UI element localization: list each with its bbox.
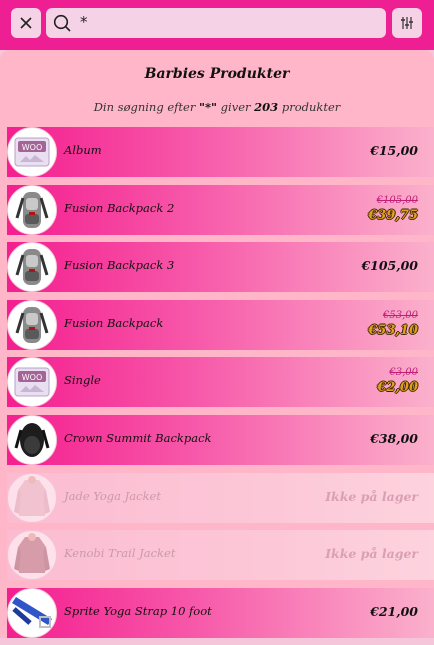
product-image [7, 587, 57, 638]
result-summary: Din søgning efter "*" giver 203 produkte… [0, 100, 434, 114]
product-price: €21,00 [370, 603, 418, 619]
close-button[interactable] [11, 8, 41, 38]
top-bar: * [0, 0, 434, 50]
product-row[interactable]: WOO Single €3,00 €2,00 [7, 357, 434, 408]
black-backpack-icon [14, 422, 50, 457]
backpack-icon [15, 306, 49, 343]
jacket-icon [14, 475, 50, 516]
jacket-icon [14, 533, 50, 574]
search-input[interactable]: * [46, 8, 386, 38]
product-list: WOO Album €15,00 Fusion Backpack 2 €105,… [0, 127, 434, 645]
product-image [7, 530, 57, 581]
yoga-strap-icon [12, 596, 52, 628]
product-name: Crown Summit Backpack [64, 430, 212, 445]
product-name: Sprite Yoga Strap 10 foot [64, 603, 212, 618]
svg-text:WOO: WOO [22, 373, 43, 382]
product-old-price: €3,00 [389, 367, 418, 379]
stock-status: Ikke på lager [325, 488, 418, 504]
product-price: €15,00 [370, 143, 418, 158]
product-row[interactable]: Crown Summit Backpack €38,00 [7, 414, 434, 465]
product-name: Fusion Backpack 3 [64, 258, 175, 273]
product-old-price: €105,00 [376, 194, 418, 206]
product-sale-price: €2,00 [377, 380, 418, 396]
search-icon [53, 14, 71, 32]
product-image [7, 472, 57, 523]
backpack-icon [15, 249, 49, 286]
svg-text:WOO: WOO [22, 143, 43, 152]
product-image [7, 184, 57, 235]
sliders-icon [401, 17, 413, 29]
product-row[interactable]: Kenobi Trail Jacket Ikke på lager [7, 530, 434, 581]
product-name: Fusion Backpack 2 [64, 200, 175, 215]
product-image [7, 299, 57, 350]
product-name: Album [64, 143, 102, 157]
product-name: Kenobi Trail Jacket [64, 546, 176, 561]
woo-placeholder-icon: WOO [14, 367, 50, 397]
product-image [7, 242, 57, 293]
page-title: Barbies Produkter [144, 66, 290, 82]
product-price: €38,00 [370, 430, 418, 446]
product-price: €105,00 [361, 258, 418, 274]
woo-placeholder-icon: WOO [14, 137, 50, 167]
product-row[interactable]: Fusion Backpack 3 €105,00 [7, 242, 434, 293]
result-count: 203 [254, 100, 279, 114]
product-name: Jade Yoga Jacket [64, 488, 161, 503]
product-sale-price: €39,75 [368, 207, 418, 223]
result-query: "*" [199, 100, 218, 114]
product-name: Single [64, 373, 101, 388]
product-row[interactable]: Sprite Yoga Strap 10 foot €21,00 [7, 587, 434, 638]
product-image: WOO [7, 357, 57, 408]
result-prefix: Din søgning efter [93, 100, 196, 114]
result-mid: giver [220, 100, 251, 114]
result-suffix: produkter [281, 100, 341, 114]
results-panel: Barbies Produkter Din søgning efter "*" … [0, 50, 434, 638]
search-value: * [80, 13, 88, 31]
product-row[interactable]: Fusion Backpack 2 €105,00 €39,75 [7, 184, 434, 235]
product-old-price: €53,00 [383, 309, 418, 321]
filter-button[interactable] [392, 8, 422, 38]
close-icon [20, 17, 32, 29]
product-row[interactable]: Fusion Backpack €53,00 €53,10 [7, 299, 434, 350]
product-sale-price: €53,10 [368, 322, 418, 338]
product-row[interactable]: WOO Album €15,00 [7, 127, 434, 177]
product-row[interactable]: Jade Yoga Jacket Ikke på lager [7, 472, 434, 523]
product-image: WOO [7, 127, 57, 177]
product-name: Fusion Backpack [64, 315, 164, 330]
backpack-icon [15, 191, 49, 228]
product-image [7, 414, 57, 465]
stock-status: Ikke på lager [325, 546, 418, 562]
